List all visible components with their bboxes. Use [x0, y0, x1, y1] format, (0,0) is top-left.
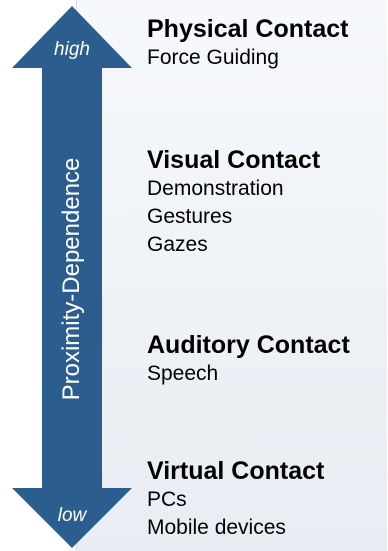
group-heading: Visual Contact [147, 146, 321, 174]
group-item: Demonstration [147, 177, 284, 200]
group-physical-contact: Physical Contact Force Guiding [147, 14, 348, 72]
group-auditory-contact: Auditory Contact Speech [147, 330, 350, 388]
group-item: Gazes [147, 233, 208, 256]
group-virtual-contact: Virtual Contact PCs Mobile devices [147, 456, 324, 542]
group-item: Mobile devices [147, 516, 286, 539]
axis-label: Proximity-Dependence [58, 157, 85, 401]
group-heading: Physical Contact [147, 15, 349, 43]
arrow-high-label: high [54, 39, 90, 60]
group-item: Gestures [147, 205, 233, 228]
group-item: PCs [147, 488, 187, 511]
group-heading: Auditory Contact [147, 331, 350, 359]
arrow-low-label: low [57, 505, 87, 526]
group-item: Speech [147, 362, 219, 385]
group-visual-contact: Visual Contact Demonstration Gestures Ga… [147, 145, 320, 259]
group-heading: Virtual Contact [147, 457, 325, 485]
group-item: Force Guiding [147, 46, 279, 69]
